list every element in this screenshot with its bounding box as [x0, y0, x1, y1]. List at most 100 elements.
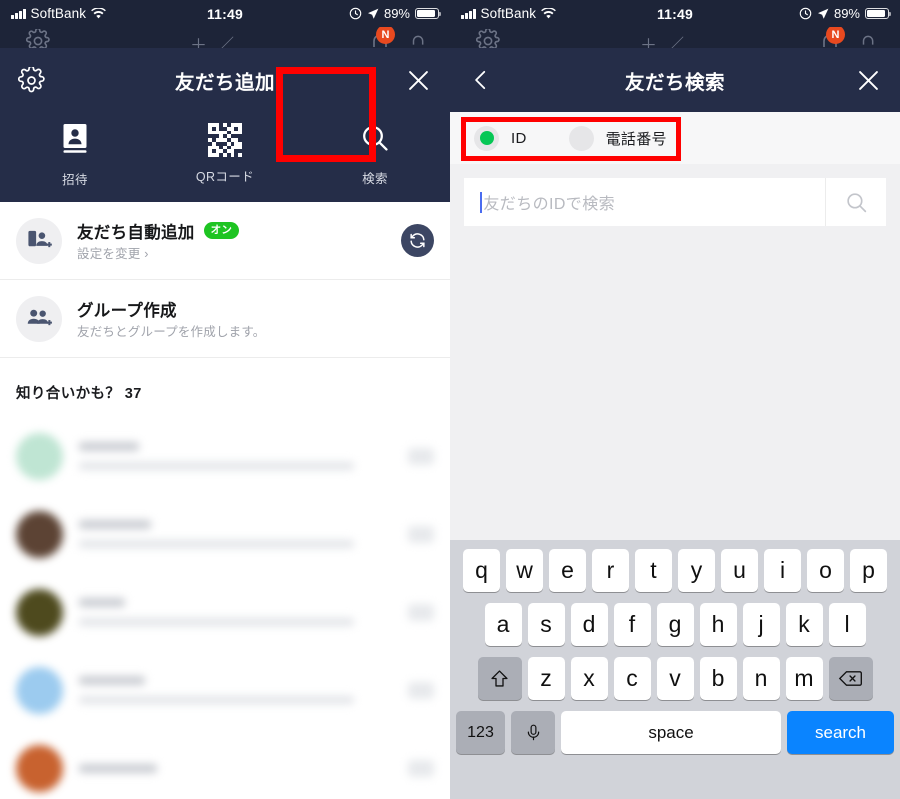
phone-add-friend-icon [16, 217, 62, 264]
key-k[interactable]: k [785, 603, 823, 646]
key-c[interactable]: c [613, 657, 651, 700]
list-item[interactable] [0, 495, 450, 573]
keyboard-row-4: 123 space search [453, 711, 897, 754]
contact-card-icon [58, 121, 92, 160]
list-item[interactable] [0, 573, 450, 651]
avatar [16, 666, 63, 714]
microphone-icon[interactable] [511, 711, 555, 754]
key-a[interactable]: a [484, 603, 522, 646]
key-s[interactable]: s [527, 603, 565, 646]
key-o[interactable]: o [807, 549, 844, 592]
tab-invite[interactable]: 招待 [0, 112, 150, 196]
key-v[interactable]: v [656, 657, 694, 700]
key-h[interactable]: h [699, 603, 737, 646]
close-icon[interactable] [405, 67, 432, 94]
key-d[interactable]: d [570, 603, 608, 646]
key-q[interactable]: q [463, 549, 500, 592]
battery-icon [415, 7, 442, 20]
key-t[interactable]: t [635, 549, 672, 592]
text-caret [480, 191, 483, 213]
new-badge: N [826, 25, 845, 44]
tab-invite-label: 招待 [62, 172, 88, 187]
tab-qr-code-label: QRコード [195, 170, 255, 184]
avatar [16, 588, 63, 636]
add-button[interactable] [408, 681, 434, 699]
auto-add-friend-subtitle[interactable]: 設定を変更 › [77, 247, 149, 261]
status-bar-right-group: 89% [349, 6, 442, 21]
search-return-key[interactable]: search [787, 711, 894, 754]
status-bar-right-group: 89% [799, 6, 892, 21]
friend-search-header: 友だち検索 [450, 48, 900, 112]
status-bar-left: SoftBank 11:49 89% [0, 0, 450, 27]
list-item[interactable] [0, 417, 450, 495]
numbers-key[interactable]: 123 [456, 711, 505, 754]
key-f[interactable]: f [613, 603, 651, 646]
key-p[interactable]: p [850, 549, 887, 592]
list-item-text [79, 598, 392, 626]
list-item[interactable] [0, 729, 450, 799]
auto-add-status-badge: オン [203, 221, 240, 240]
list-item-text [79, 763, 392, 773]
auto-add-friend-row[interactable]: 友だち自動追加 オン 設定を変更 › [0, 202, 450, 280]
key-y[interactable]: y [678, 549, 715, 592]
key-n[interactable]: n [742, 657, 780, 700]
list-item-text [79, 676, 392, 704]
battery-percent-label: 89% [833, 6, 860, 21]
key-r[interactable]: r [592, 549, 629, 592]
search-icon[interactable] [826, 190, 886, 215]
battery-icon [865, 7, 892, 20]
backspace-icon[interactable] [828, 657, 873, 700]
keyboard-row-1: q w e r t y u i o p [453, 549, 897, 592]
search-input-bar[interactable]: 友だちのIDで検索 [464, 178, 886, 226]
add-button[interactable] [408, 603, 434, 621]
list-item[interactable] [0, 651, 450, 729]
tab-search[interactable]: 検索 [276, 67, 450, 196]
add-button[interactable] [408, 525, 434, 543]
location-arrow-icon [817, 8, 829, 19]
key-i[interactable]: i [764, 549, 801, 592]
gear-icon[interactable] [18, 66, 45, 94]
chevron-left-icon[interactable] [468, 67, 494, 93]
alarm-icon [799, 7, 812, 20]
create-group-row[interactable]: グループ作成 友だちとグループを作成します。 [0, 280, 450, 358]
suggestions-heading: 知り合いかも？ 37 [16, 386, 142, 402]
keyboard-row-2: a s d f g h j k l [453, 603, 897, 646]
group-add-icon [16, 295, 62, 342]
key-e[interactable]: e [549, 549, 586, 592]
key-z[interactable]: z [527, 657, 565, 700]
key-x[interactable]: x [570, 657, 608, 700]
right-screen-friend-search: SoftBank 11:49 89% ＋／ N 友だち検索 ID 電話番号 友だ… [450, 0, 900, 799]
friend-search-body: ID 電話番号 友だちのIDで検索 q w e r t y u i o p a … [450, 112, 900, 799]
avatar [16, 432, 63, 480]
qr-code-icon [208, 123, 242, 157]
key-g[interactable]: g [656, 603, 694, 646]
search-mode-selector: ID 電話番号 [450, 112, 900, 164]
search-input[interactable]: 友だちのIDで検索 [464, 190, 825, 214]
auto-add-friend-text: 友だち自動追加 オン 設定を変更 › [77, 219, 386, 263]
list-item-text [79, 520, 392, 548]
key-b[interactable]: b [699, 657, 737, 700]
key-u[interactable]: u [721, 549, 758, 592]
friend-search-sheet: 友だち検索 ID 電話番号 友だちのIDで検索 q w e r t y u i … [450, 48, 900, 799]
list-item-text [79, 442, 392, 470]
page-title: 友だち検索 [624, 71, 725, 94]
auto-add-subtitle-text: 設定を変更 [77, 246, 145, 261]
space-key[interactable]: space [561, 711, 781, 754]
key-w[interactable]: w [506, 549, 543, 592]
auto-add-friend-title: 友だち自動追加 [77, 223, 195, 242]
create-group-title: グループ作成 [77, 301, 177, 320]
new-badge: N [376, 25, 395, 44]
keyboard-row-3: z x c v b n m [453, 657, 897, 700]
search-tab-highlight-annotation [276, 67, 376, 162]
key-l[interactable]: l [828, 603, 866, 646]
add-button[interactable] [408, 447, 434, 465]
auto-add-friend-title-line: 友だち自動追加 オン [77, 219, 386, 243]
key-j[interactable]: j [742, 603, 780, 646]
shift-icon[interactable] [477, 657, 522, 700]
add-button[interactable] [408, 759, 434, 777]
sync-icon[interactable] [401, 224, 434, 257]
create-group-text: グループ作成 友だちとグループを作成します。 [77, 297, 434, 341]
key-m[interactable]: m [785, 657, 823, 700]
close-icon[interactable] [855, 67, 882, 94]
chevron-right-icon: › [144, 246, 149, 261]
